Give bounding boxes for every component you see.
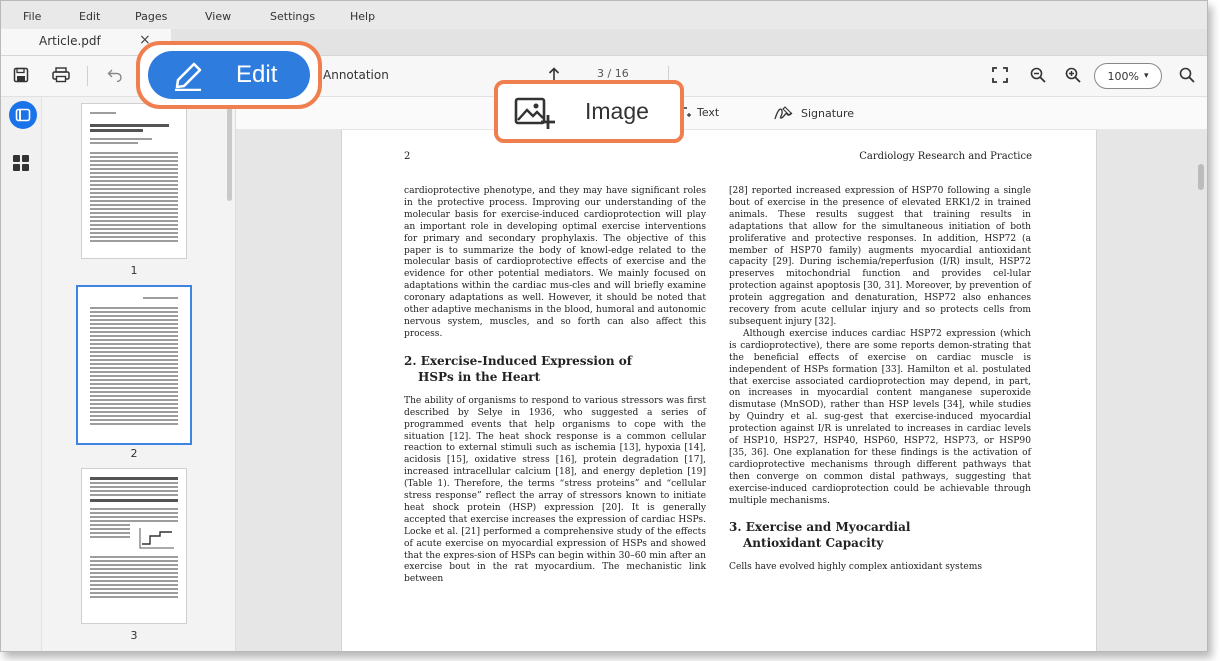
heading-line: 3. Exercise and Myocardial [729,520,911,535]
text-tool-label: Text [697,105,720,119]
pdf-page[interactable]: 2 Cardiology Research and Practice cardi… [341,130,1097,651]
grid-view-icon[interactable] [13,155,29,171]
menu-edit[interactable]: Edit [79,10,100,23]
menu-file[interactable]: File [23,10,41,23]
heading-line: Antioxidant Capacity [743,536,884,551]
edit-pencil-icon [175,62,202,91]
signature-tool[interactable]: Signature [773,105,854,121]
paragraph: Cells have evolved highly complex antiox… [729,562,983,573]
menu-view[interactable]: View [205,10,231,23]
page-indicator[interactable]: 3 / 16 [597,67,629,80]
page-thumbnail-number: 2 [130,447,138,460]
zoom-out-icon[interactable] [1027,64,1049,86]
chevron-down-icon: ▾ [1143,71,1149,81]
page-thumbnail-3[interactable] [81,468,187,624]
page-thumbnail-2[interactable] [76,285,192,445]
fullscreen-icon[interactable] [989,64,1011,86]
text-column-right: [28] reported increased expression of HS… [729,186,1031,574]
menu-help[interactable]: Help [350,10,375,23]
journal-title: Cardiology Research and Practice [859,151,1032,162]
toolbar-divider [87,66,88,86]
document-scrollbar[interactable] [1198,164,1204,190]
page-thumbnail-1[interactable] [81,103,187,259]
zoom-value: 100% [1107,69,1139,83]
signature-icon [774,106,793,120]
thumbnails-panel-button[interactable] [9,101,37,129]
menu-settings[interactable]: Settings [270,10,315,23]
document-viewer[interactable]: 2 Cardiology Research and Practice cardi… [236,130,1207,651]
paragraph: [28] reported increased expression of HS… [729,186,1031,327]
page-thumbnail-number: 1 [130,264,138,277]
annotation-tab[interactable]: Annotation [323,68,389,82]
image-tool-label: Image [585,98,649,124]
page-thumbnail-number: 3 [130,629,138,642]
heading-line: 2. Exercise-Induced Expression of [404,353,632,368]
search-icon[interactable] [1176,64,1198,86]
edit-highlight: Edit [136,41,322,109]
text-column-left: cardioprotective phenotype, and they may… [404,186,706,586]
zoom-in-icon[interactable] [1062,64,1084,86]
section-heading: 3. Exercise and Myocardial Antioxidant C… [729,519,1031,551]
signature-tool-label: Signature [801,106,855,120]
add-image-icon [514,97,555,129]
zoom-select[interactable]: 100% ▾ [1094,63,1162,89]
paragraph: The ability of organisms to respond to v… [404,395,706,585]
thumbnail-chart-icon [139,528,175,549]
edit-subtoolbar: Text Signature [236,97,1207,130]
page-number: 2 [404,151,411,162]
heading-line: HSPs in the Heart [418,369,541,384]
edit-button[interactable]: Edit [148,51,310,99]
tab-label: Article.pdf [39,34,101,48]
undo-icon[interactable] [104,64,126,86]
thumbnails-scrollbar[interactable] [227,101,232,201]
menu-pages[interactable]: Pages [135,10,167,23]
save-icon[interactable] [10,64,32,86]
image-tool-highlight[interactable]: Image [494,80,684,143]
paragraph: Although exercise induces cardiac HSP72 … [729,328,1031,506]
section-heading: 2. Exercise-Induced Expression of HSPs i… [404,353,706,385]
paragraph: cardioprotective phenotype, and they may… [404,186,706,339]
left-rail [1,97,42,651]
sidebar-panel-icon [15,108,31,122]
print-icon[interactable] [50,64,72,86]
edit-label: Edit [236,61,278,88]
menu-bar: File Edit Pages View Settings Help [1,1,1207,29]
app-window: File Edit Pages View Settings Help Artic… [0,0,1208,652]
